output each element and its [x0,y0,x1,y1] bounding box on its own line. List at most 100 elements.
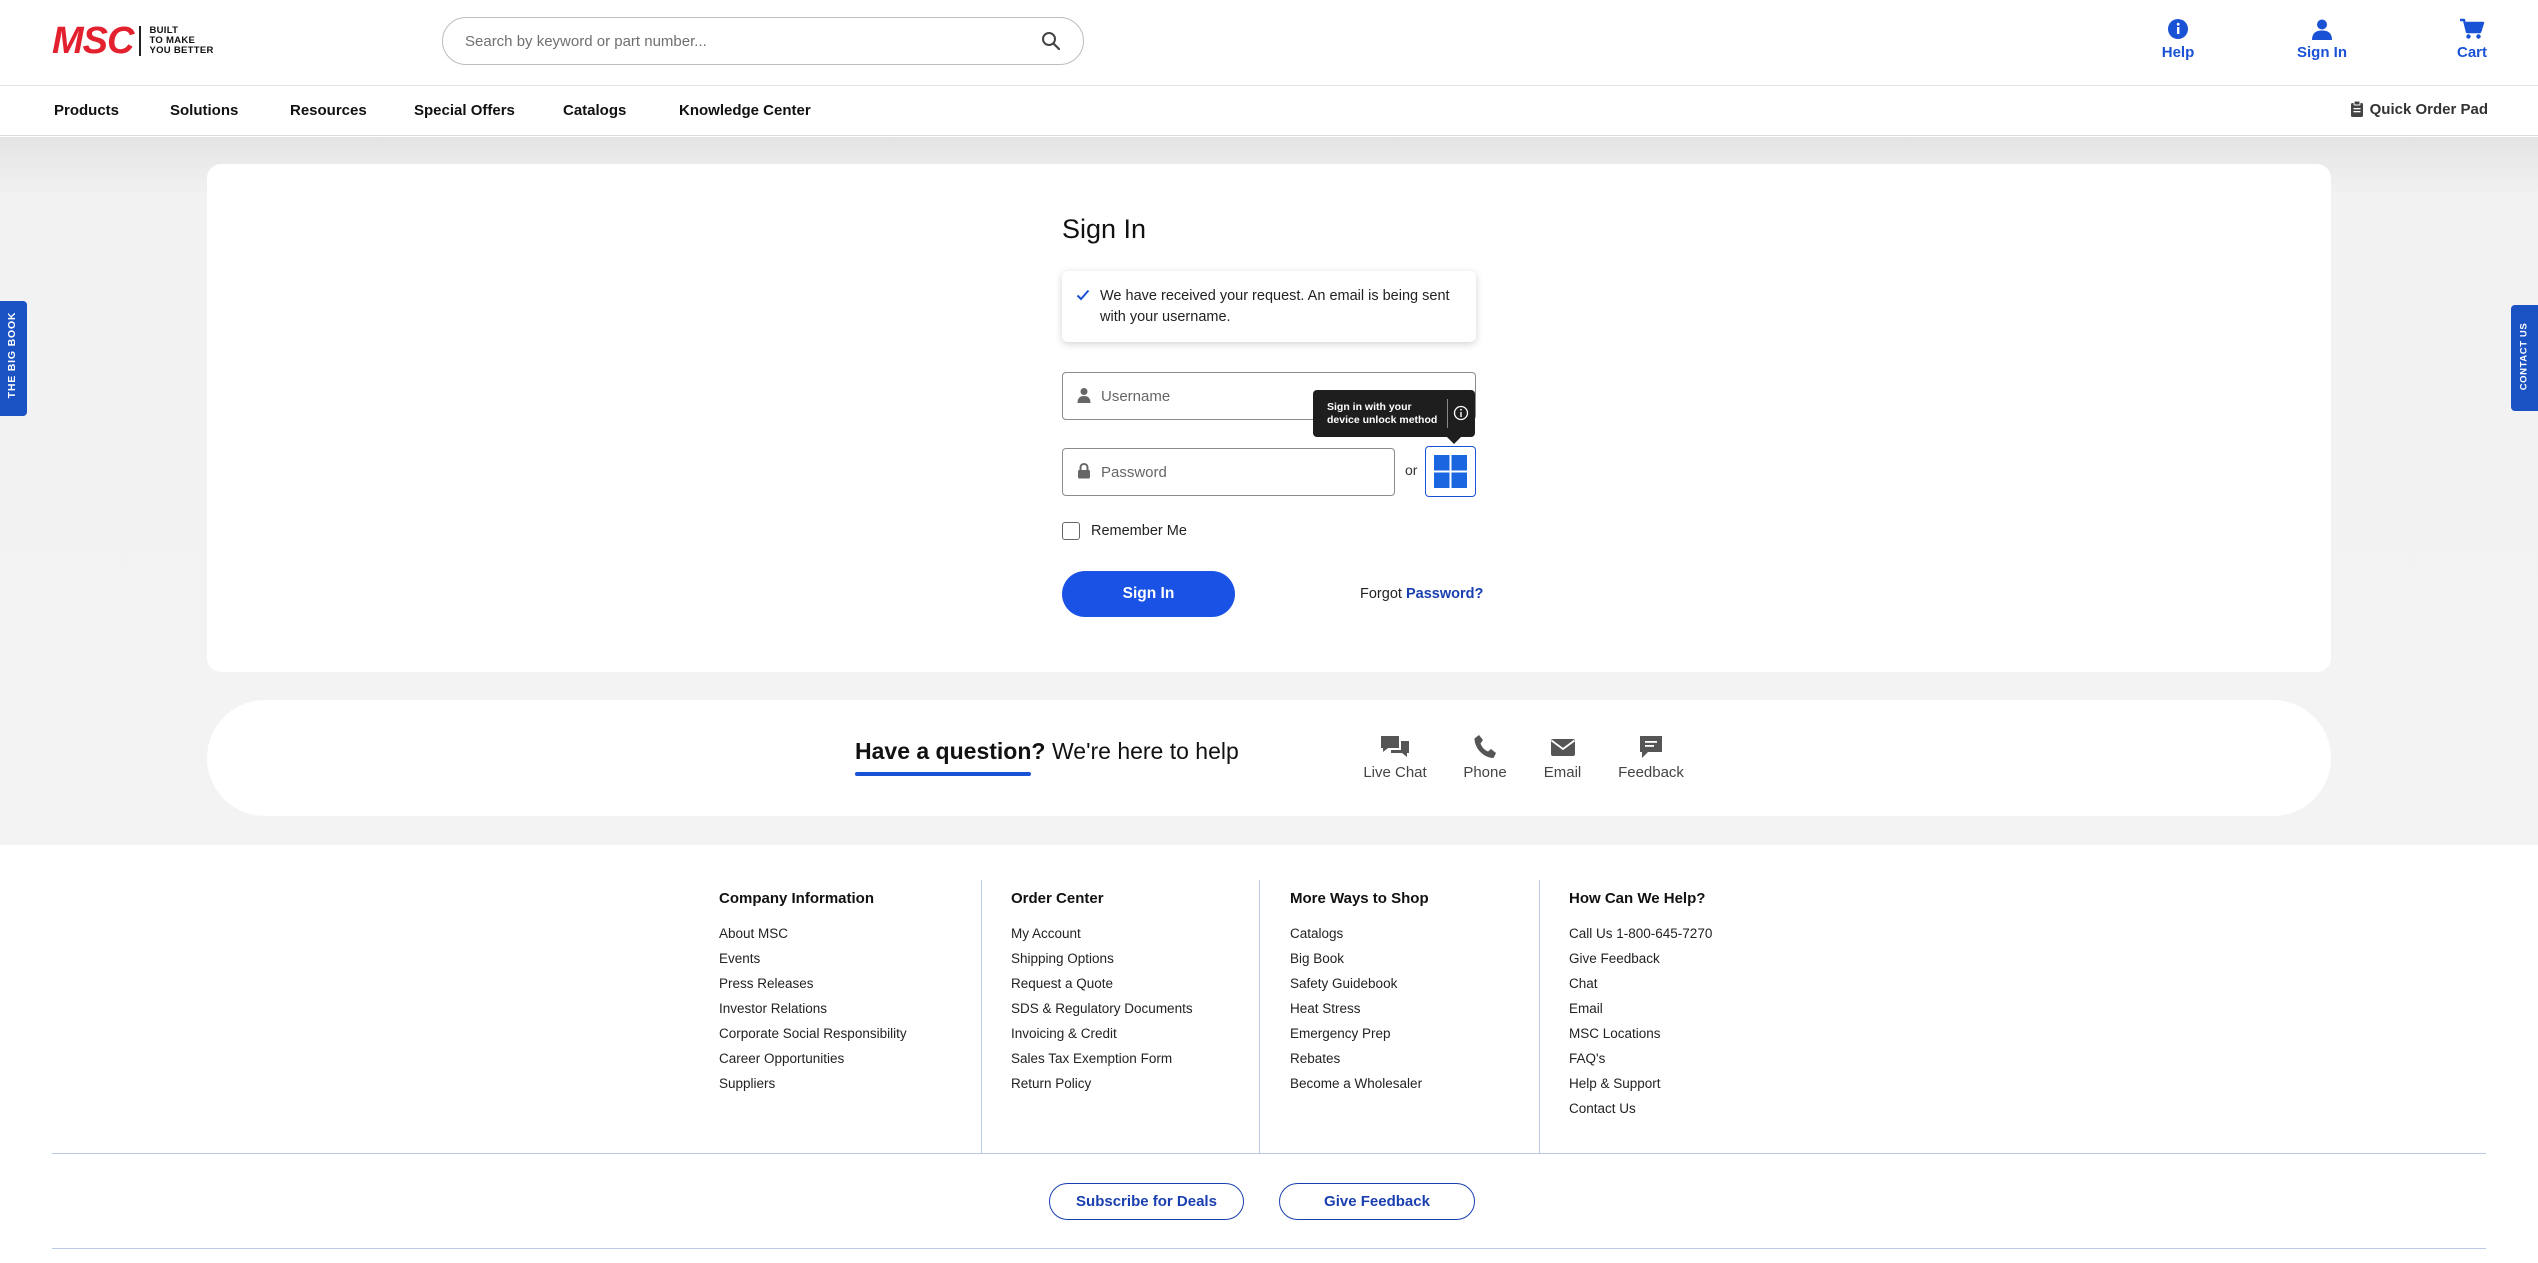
contact-us-tab[interactable]: CONTACT US [2511,305,2538,411]
nav-special-offers[interactable]: Special Offers [414,102,515,119]
footer-link[interactable]: Corporate Social Responsibility [719,1021,907,1046]
footer-link[interactable]: Return Policy [1011,1071,1193,1096]
footer-link[interactable]: Suppliers [719,1071,907,1096]
cart-button[interactable]: Cart [2456,18,2488,61]
main-nav: Products Solutions Resources Special Off… [0,87,2538,136]
nav-catalogs[interactable]: Catalogs [563,102,626,119]
feedback-label: Feedback [1618,764,1684,781]
footer-link[interactable]: Career Opportunities [719,1046,907,1071]
footer-link[interactable]: Shipping Options [1011,946,1193,971]
info-icon [1453,405,1469,421]
user-icon [2294,18,2350,40]
remember-me-checkbox[interactable] [1062,522,1080,540]
quick-order-pad-label: Quick Order Pad [2369,100,2488,118]
nav-products[interactable]: Products [54,102,119,119]
device-unlock-tooltip: Sign in with your device unlock method [1313,390,1475,444]
footer-link[interactable]: SDS & Regulatory Documents [1011,996,1193,1021]
quick-order-pad-link[interactable]: Quick Order Pad [2350,100,2488,118]
password-field [1062,448,1395,496]
forgot-password: Forgot Password? [1360,586,1483,602]
tagline-line-3: YOU BETTER [149,44,214,56]
footer-hr-top [52,1153,2486,1154]
footer-link[interactable]: Big Book [1290,946,1429,971]
subscribe-button[interactable]: Subscribe for Deals [1049,1183,1244,1220]
remember-me-label: Remember Me [1091,523,1187,539]
footer-link[interactable]: Chat [1569,971,1712,996]
email-option[interactable]: Email [1540,734,1585,781]
footer-link[interactable]: Catalogs [1290,921,1429,946]
search-icon[interactable] [1041,31,1063,53]
big-book-tab[interactable]: THE BIG BOOK [0,301,27,416]
footer-link[interactable]: Request a Quote [1011,971,1193,996]
help-band [207,700,2331,816]
nav-solutions[interactable]: Solutions [170,102,238,119]
logo-tagline: BUILT TO MAKE YOU BETTER [149,25,214,56]
footer-link[interactable]: Invoicing & Credit [1011,1021,1193,1046]
email-label: Email [1543,764,1582,781]
give-feedback-button[interactable]: Give Feedback [1279,1183,1475,1220]
footer-link[interactable]: Events [719,946,907,971]
lock-icon [1077,463,1091,479]
success-alert: We have received your request. An email … [1062,271,1476,342]
footer-col-more-ways: More Ways to Shop Catalogs Big Book Safe… [1290,890,1429,1096]
footer-link[interactable]: Press Releases [719,971,907,996]
phone-label: Phone [1463,764,1507,781]
footer-link[interactable]: MSC Locations [1569,1021,1712,1046]
nav-knowledge-center[interactable]: Knowledge Center [679,102,811,119]
footer-link[interactable]: Call Us 1-800-645-7270 [1569,921,1712,946]
remember-me[interactable]: Remember Me [1062,522,1187,540]
search-input[interactable] [465,18,1025,64]
footer-link[interactable]: Rebates [1290,1046,1429,1071]
footer-link[interactable]: Investor Relations [719,996,907,1021]
feedback-option[interactable]: Feedback [1618,734,1684,781]
windows-hello-button[interactable] [1425,446,1476,497]
envelope-icon [1540,734,1585,760]
site-header: MSC BUILT TO MAKE YOU BETTER Help Sign I… [0,0,2538,86]
footer-link[interactable]: FAQ's [1569,1046,1712,1071]
tooltip-divider [1447,399,1448,428]
password-input[interactable] [1101,449,1381,495]
footer-hr-bottom [52,1248,2486,1249]
footer-link[interactable]: Safety Guidebook [1290,971,1429,996]
footer-col-company: Company Information About MSC Events Pre… [719,890,907,1096]
footer-col-title: How Can We Help? [1569,890,1706,907]
nav-resources[interactable]: Resources [290,102,367,119]
site-footer [0,845,2538,1263]
checkmark-icon [1076,289,1090,301]
footer-link[interactable]: My Account [1011,921,1193,946]
help-button[interactable]: Help [2158,18,2198,61]
msc-logo[interactable]: MSC BUILT TO MAKE YOU BETTER [52,22,214,60]
phone-icon [1460,734,1510,760]
cart-label: Cart [2456,44,2487,61]
footer-link[interactable]: Help & Support [1569,1071,1712,1096]
big-book-label: THE BIG BOOK [6,311,18,399]
footer-link[interactable]: Sales Tax Exemption Form [1011,1046,1193,1071]
footer-link[interactable]: Emergency Prep [1290,1021,1429,1046]
help-subheading: We're here to help [1052,738,1239,764]
chat-bubbles-icon [1359,734,1431,760]
footer-link[interactable]: Become a Wholesaler [1290,1071,1429,1096]
footer-col-title: Order Center [1011,890,1104,907]
footer-link[interactable]: Contact Us [1569,1096,1712,1121]
footer-col-title: Company Information [719,890,875,907]
user-icon [1077,387,1091,403]
live-chat-label: Live Chat [1363,764,1427,781]
footer-link[interactable]: Email [1569,996,1712,1021]
footer-link[interactable]: Heat Stress [1290,996,1429,1021]
footer-link[interactable]: About MSC [719,921,907,946]
sign-in-label: Sign In [2297,44,2347,61]
forgot-password-link[interactable]: Password? [1406,586,1483,602]
logo-divider [139,25,142,56]
info-icon [2158,18,2198,40]
live-chat-option[interactable]: Live Chat [1359,734,1431,781]
footer-divider [981,880,982,1153]
contact-us-label: CONTACT US [2518,322,2530,391]
phone-option[interactable]: Phone [1460,734,1510,781]
footer-divider [1539,880,1540,1153]
footer-link[interactable]: Give Feedback [1569,946,1712,971]
cart-icon [2456,18,2488,40]
or-separator: or [1405,462,1418,478]
sign-in-button[interactable]: Sign In [2294,18,2350,61]
sign-in-submit-button[interactable]: Sign In [1062,571,1235,617]
footer-col-title: More Ways to Shop [1290,890,1429,907]
